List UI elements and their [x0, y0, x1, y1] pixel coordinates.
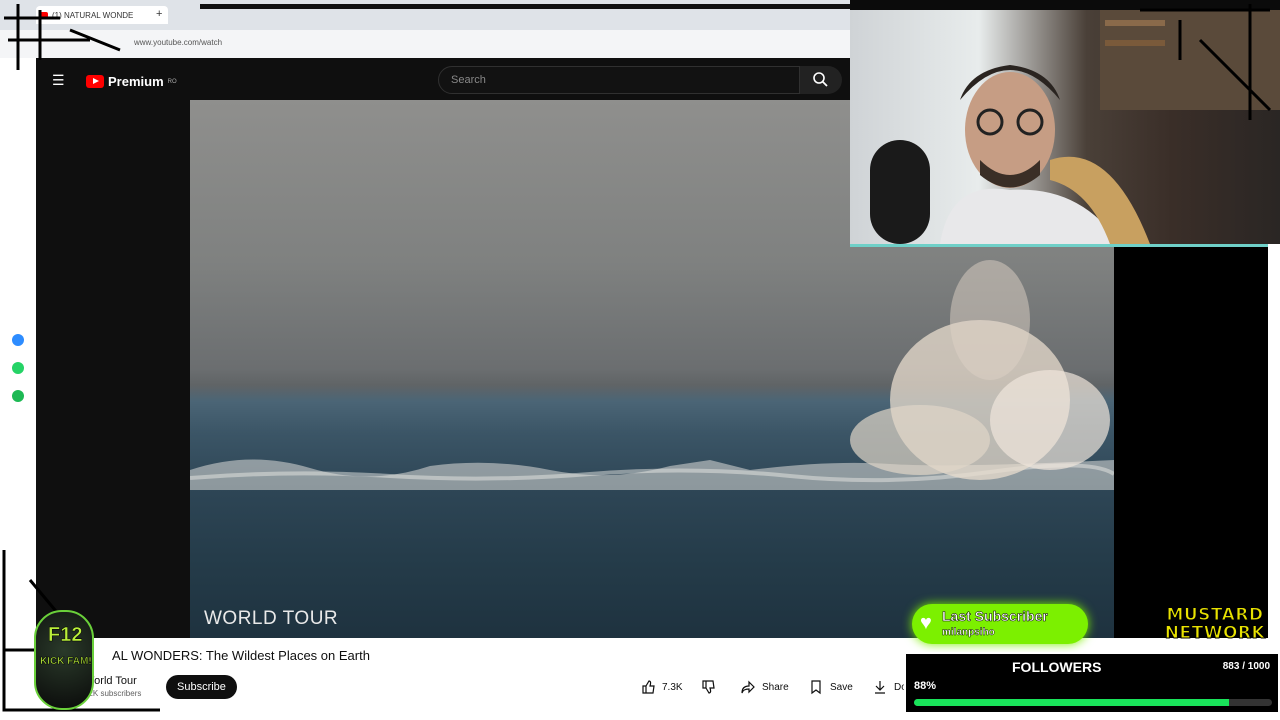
share-button[interactable]: Share [740, 676, 789, 698]
followers-progress-fill [914, 699, 1230, 706]
youtube-premium-logo[interactable]: Premium RO [86, 74, 177, 89]
brand-line2: NETWORK [1164, 623, 1266, 643]
brand-line1: MUSTARD [1166, 605, 1264, 625]
youtube-favicon-icon [40, 12, 48, 18]
streamer-silhouette [870, 10, 1280, 244]
address-bar [0, 30, 850, 58]
new-tab-button[interactable]: + [156, 8, 162, 20]
water-splash [850, 260, 1110, 480]
search-icon [813, 72, 828, 87]
mustard-network-logo: MUSTARD NETWORK [1156, 605, 1274, 643]
search-button[interactable] [800, 66, 842, 94]
webcam-feed [850, 10, 1280, 247]
badge-line2: KICK FAM! [40, 656, 92, 668]
spotify-icon[interactable] [12, 390, 24, 402]
overlay-frame-line [200, 4, 850, 9]
logo-text: Premium [108, 74, 164, 89]
followers-label: FOLLOWERS [1012, 659, 1102, 675]
bookmark-icon [811, 680, 821, 695]
whatsapp-icon[interactable] [12, 362, 24, 374]
overlay-frame-right [1268, 244, 1280, 720]
share-icon [741, 680, 755, 694]
logo-region: RO [167, 78, 177, 85]
followers-goal-widget: FOLLOWERS 883 / 1000 88% [904, 652, 1280, 714]
tab-title: (1) NATURAL WONDE [52, 10, 134, 20]
download-button[interactable]: Do [872, 676, 907, 698]
browser-tab[interactable]: (1) NATURAL WONDE [36, 6, 168, 24]
followers-percent: 88% [914, 680, 937, 692]
menu-icon[interactable]: ☰ [52, 72, 65, 89]
video-title: AL WONDERS: The Wildest Places on Earth [112, 648, 370, 663]
last-subscriber-name: milanpsiho [942, 627, 995, 638]
video-overlay-text: WORLD TOUR [204, 608, 339, 629]
like-count: 7.3K [662, 681, 683, 693]
last-subscriber-label: Last Subscriber [942, 608, 1048, 625]
messenger-icon[interactable] [12, 334, 24, 346]
url-field[interactable]: www.youtube.com/watch [134, 38, 222, 47]
search-input[interactable]: Search [438, 66, 800, 94]
badge-line1: F12 [48, 624, 83, 647]
youtube-play-icon [86, 75, 104, 88]
followers-count: 883 / 1000 [1222, 661, 1270, 672]
followers-progress-track [914, 699, 1272, 706]
share-label: Share [762, 681, 789, 693]
video-letterbox [1114, 244, 1268, 638]
save-button[interactable]: Save [808, 676, 853, 698]
dislike-button[interactable] [700, 676, 716, 698]
heart-icon: ♥ [920, 612, 932, 634]
like-button[interactable]: 7.3K [640, 676, 683, 698]
save-label: Save [830, 681, 853, 693]
download-icon [875, 681, 885, 694]
last-subscriber-widget: ♥ Last Subscriber milanpsiho [912, 604, 1088, 644]
subscribe-button[interactable]: Subscribe [166, 675, 237, 699]
channel-badge-logo: F12 KICK FAM! [34, 610, 94, 710]
thumbs-down-icon [702, 680, 715, 694]
browser-side-panel [0, 58, 36, 720]
thumbs-up-icon [642, 680, 655, 694]
